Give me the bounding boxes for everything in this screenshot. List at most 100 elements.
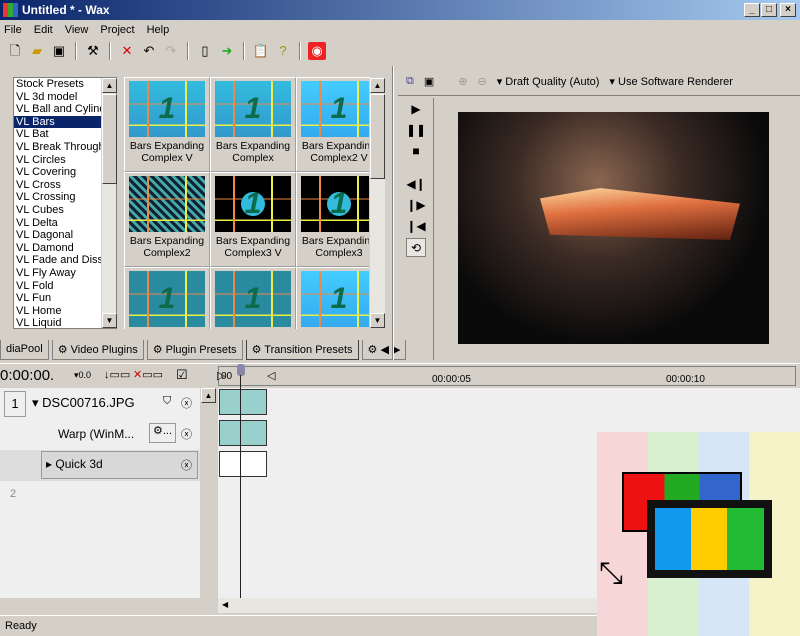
preset-thumbnail: 1	[215, 271, 291, 327]
menu-help[interactable]: Help	[147, 24, 170, 39]
maximize-button[interactable]: □	[761, 3, 777, 17]
timeline-vscroll[interactable]: ▲	[200, 388, 218, 598]
speed-value: 0.0	[78, 370, 92, 380]
tab-transition-presets[interactable]: ⚙ Transition Presets	[245, 340, 359, 360]
tab-plugin-presets[interactable]: ⚙ Plugin Presets	[146, 340, 243, 360]
track-row[interactable]: 2	[0, 481, 200, 512]
grid-scrollbar[interactable]: ▲ ▼	[369, 78, 385, 328]
tab-label: Transition Presets	[264, 344, 353, 356]
scroll-thumb[interactable]	[102, 94, 117, 184]
stop-icon[interactable]: ■	[406, 142, 426, 161]
separator	[299, 42, 301, 60]
export-icon[interactable]: ▯	[196, 42, 214, 60]
scroll-up-button[interactable]: ▲	[102, 78, 117, 93]
renderer-dropdown[interactable]: ▾ Use Software Renderer	[609, 75, 733, 88]
preset-label: Bars Expanding Complex3 V	[215, 235, 291, 259]
preset-thumbnail	[129, 176, 205, 232]
plugin-row[interactable]: ▸ Quick 3d ⓧ	[0, 450, 200, 481]
undo-icon[interactable]: ↶	[140, 42, 158, 60]
open-folder-icon[interactable]: ▰	[28, 42, 46, 60]
track-label: DSC00716.JPG	[42, 395, 135, 410]
scroll-left-icon[interactable]: ◀	[218, 600, 228, 609]
ruler-label: 00:00:10	[666, 374, 705, 385]
menu-edit[interactable]: Edit	[34, 24, 53, 39]
track-settings-icon[interactable]: ⛉	[163, 395, 171, 408]
menu-file[interactable]: File	[4, 24, 22, 39]
go-arrow-icon[interactable]: ➜	[218, 42, 236, 60]
copy-icon[interactable]: ⧉	[406, 75, 414, 88]
scroll-thumb[interactable]	[370, 94, 385, 179]
record-icon[interactable]: ◉	[308, 42, 326, 60]
category-scrollbar[interactable]: ▲ ▼	[101, 78, 117, 328]
thumbnail-glyph: 1	[244, 282, 262, 315]
preset-item[interactable]: 1 Bars Expanding Complex2 V	[296, 77, 370, 172]
track-row[interactable]: 1 ▾ DSC00716.JPG ⛉ ⓧ	[0, 388, 200, 419]
pause-icon[interactable]: ❚❚	[406, 121, 426, 140]
plugin-row[interactable]: Warp (WinM... ⚙... ⓧ	[0, 419, 200, 450]
delete-icon[interactable]: ✕	[118, 42, 136, 60]
speed-dropdown[interactable]: ▾0.0	[74, 370, 91, 381]
loop-icon[interactable]: ⟲	[406, 238, 426, 257]
delete-track-icon[interactable]: ✕▭▭	[133, 368, 163, 381]
save-icon[interactable]: ▣	[424, 75, 434, 88]
track-name[interactable]: ▾ DSC00716.JPG	[32, 395, 135, 411]
new-file-icon[interactable]: 🗋	[6, 42, 24, 60]
splitter[interactable]	[392, 66, 394, 360]
scroll-down-button[interactable]: ▼	[370, 313, 385, 328]
save-icon[interactable]: ▣	[50, 42, 68, 60]
preset-item[interactable]: 1 Bars Expanding Complex	[210, 77, 296, 172]
resize-arrow-icon: ⤡	[599, 557, 623, 590]
tab-mediapool[interactable]: diaPool	[0, 340, 49, 360]
thumbnail-glyph: 1	[244, 187, 262, 220]
preset-thumbnail: 1	[301, 271, 370, 327]
preset-item[interactable]: 1 Bars Expanding Complex V	[124, 77, 210, 172]
zoom-in-icon[interactable]: ⊕	[458, 75, 467, 88]
plugin-name[interactable]: ▸ Quick 3d	[46, 457, 103, 471]
minimize-button[interactable]: _	[744, 3, 760, 17]
plugin-settings-button[interactable]: ⚙...	[149, 423, 176, 443]
tab-video-plugins[interactable]: ⚙ Video Plugins	[51, 340, 144, 360]
step-forward-icon[interactable]: ❙▶	[406, 196, 426, 215]
tools-icon[interactable]: ⚒	[84, 42, 102, 60]
plugin-clip[interactable]	[219, 451, 267, 477]
preset-item[interactable]: 1	[124, 267, 210, 329]
playhead-handle[interactable]	[237, 364, 245, 376]
in-marker[interactable]: ▷	[217, 369, 225, 382]
menu-project[interactable]: Project	[100, 24, 134, 39]
preset-label: Bars Expanding Complex3	[301, 235, 370, 259]
remove-icon[interactable]: ⓧ	[181, 395, 192, 411]
close-button[interactable]: ×	[780, 3, 796, 17]
menu-view[interactable]: View	[65, 24, 89, 39]
preset-thumbnail: 1	[215, 176, 291, 232]
edit-icon[interactable]: ☑	[176, 367, 188, 383]
step-back-icon[interactable]: ◀❙	[406, 175, 426, 194]
preset-item[interactable]: 1 Bars Expanding Complex3 V	[210, 172, 296, 267]
properties-icon[interactable]: 📋	[252, 42, 270, 60]
insert-track-icon[interactable]: ↓▭▭	[104, 368, 130, 381]
preset-item[interactable]: 1 Bars Expanding Complex3	[296, 172, 370, 267]
play-icon[interactable]: ▶	[406, 100, 426, 119]
out-marker[interactable]: ◁	[267, 369, 275, 382]
go-start-icon[interactable]: ❙◀	[406, 217, 426, 236]
media-clip[interactable]	[219, 389, 267, 415]
preset-item[interactable]: Bars Expanding Complex2	[124, 172, 210, 267]
quality-dropdown[interactable]: ▾ Draft Quality (Auto)	[497, 75, 600, 88]
redo-icon[interactable]: ↷	[162, 42, 180, 60]
preset-label: Bars Expanding Complex	[215, 140, 291, 164]
plugin-label: Quick 3d	[55, 457, 103, 471]
zoom-out-icon[interactable]: ⊖	[477, 75, 486, 88]
preset-item[interactable]: 1	[296, 267, 370, 329]
remove-icon[interactable]: ⓧ	[181, 426, 192, 442]
help-icon[interactable]: ?	[274, 42, 292, 60]
remove-icon[interactable]: ⓧ	[181, 457, 192, 473]
plugin-clip[interactable]	[219, 420, 267, 446]
scroll-up-button[interactable]: ▲	[201, 388, 216, 403]
preset-thumbnail: 1	[301, 176, 370, 232]
thumbnail-glyph: 1	[158, 92, 176, 125]
preset-item[interactable]: 1	[210, 267, 296, 329]
preset-thumbnail: 1	[129, 81, 205, 137]
thumbnail-glyph: 1	[330, 92, 348, 125]
scroll-down-button[interactable]: ▼	[102, 313, 117, 328]
timeline-ruler[interactable]: 00 ▷ ◁ 00:00:05 00:00:10	[217, 364, 796, 386]
scroll-up-button[interactable]: ▲	[370, 78, 385, 93]
